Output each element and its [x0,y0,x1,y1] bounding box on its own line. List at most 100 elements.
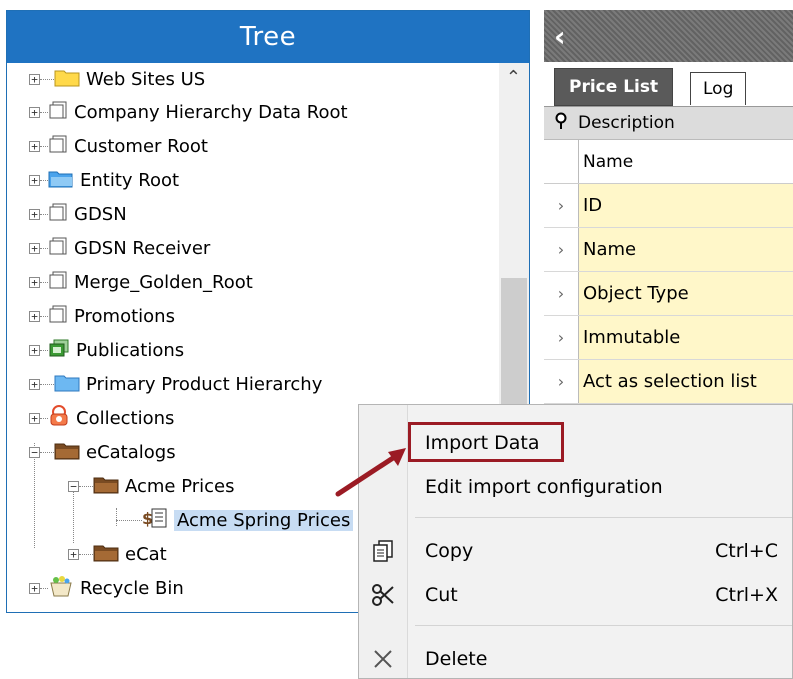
expand-toggle[interactable]: + [29,310,40,322]
expand-toggle[interactable]: + [29,106,40,118]
annotation-arrow-icon [335,448,406,497]
folder-brown-icon [93,542,119,567]
tree-item-recycle-bin[interactable]: + Recycle Bin [29,572,184,604]
tree-item-label: Web Sites US [86,68,206,90]
folder-brown-icon [93,474,119,499]
expand-toggle[interactable]: + [29,140,40,152]
tab-price-list[interactable]: Price List [554,68,674,106]
delete-x-icon [369,645,397,673]
tree-item-label: Promotions [74,305,175,327]
tree-item-label: Publications [76,339,185,361]
scroll-up-arrow-icon[interactable]: ⌃ [506,67,521,88]
tree-item-company-hierarchy[interactable]: + Company Hierarchy Data Root [29,96,348,128]
grid-subheader-label: Name [579,151,634,172]
menu-item-delete[interactable]: Delete [359,639,792,679]
expand-toggle[interactable]: + [29,208,40,220]
menu-item-label: Copy [425,540,474,562]
tree-item-publications[interactable]: + Publications [29,334,184,366]
grid-row[interactable]: › Act as selection list [544,360,793,404]
grid-header-label: Description [578,113,675,133]
menu-separator [415,625,792,626]
tree-item-ecatalogs[interactable]: − eCatalogs [29,436,176,468]
folder-blue-icon [54,372,80,397]
expand-toggle[interactable]: + [29,73,40,85]
tree-item-label: Acme Spring Prices [174,509,354,531]
detail-tabs: Price List Log [544,62,793,107]
scissors-icon [369,581,397,609]
collapse-chevron-icon[interactable]: ‹ [554,20,566,53]
tree-item-label: Entity Root [80,169,180,191]
price-list-icon: $ [142,507,168,534]
tree-item-label: Acme Prices [125,475,235,497]
row-expand-chevron-icon[interactable]: › [544,184,579,227]
tree-item-label: eCat [125,543,167,565]
menu-item-label: Cut [425,584,458,606]
pin-icon[interactable] [544,112,578,134]
tree-item-primary-product-hierarchy[interactable]: + Primary Product Hierarchy [29,368,322,400]
expand-toggle[interactable]: + [29,344,40,356]
cube-icon [48,236,68,261]
tree-item-gdsn-receiver[interactable]: + GDSN Receiver [29,232,210,264]
svg-text:$: $ [142,509,153,528]
expand-toggle[interactable]: + [29,276,40,288]
tree-item-label: Primary Product Hierarchy [86,373,323,395]
cube-icon [48,100,68,125]
menu-item-edit-import-configuration[interactable]: Edit import configuration [359,467,792,507]
folder-brown-icon [54,440,80,465]
tree-item-label: Company Hierarchy Data Root [74,101,348,123]
expand-toggle[interactable]: + [68,548,79,560]
menu-item-shortcut: Ctrl+C [715,540,778,562]
expand-toggle[interactable]: + [29,582,40,594]
folder-yellow-icon [54,67,80,92]
row-expand-chevron-icon[interactable]: › [544,272,579,315]
cube-icon [48,304,68,329]
tree-item-promotions[interactable]: + Promotions [29,300,175,332]
menu-item-cut[interactable]: Cut Ctrl+X [359,575,792,615]
row-expand-chevron-icon[interactable]: › [544,228,579,271]
expand-toggle[interactable]: + [29,378,40,390]
folder-blue-open-icon [48,168,74,193]
grid-cell: Object Type [579,272,793,315]
menu-item-copy[interactable]: Copy Ctrl+C [359,531,792,571]
cube-icon [48,270,68,295]
tree-item-label: GDSN [74,203,127,225]
menu-item-label: Delete [425,648,488,670]
tree-item-label: Recycle Bin [80,577,184,599]
row-expand-chevron-icon[interactable]: › [544,360,579,403]
attribute-grid: Description Name › ID › Name › Object Ty… [544,107,793,404]
tree-item-web-sites-us[interactable]: + Web Sites US [29,63,205,95]
grid-row[interactable]: › Immutable [544,316,793,360]
grid-subheader: Name [544,140,793,184]
row-expand-chevron-icon[interactable]: › [544,316,579,359]
tree-item-merge-golden-root[interactable]: + Merge_Golden_Root [29,266,253,298]
tree-item-ecat[interactable]: + eCat [68,538,167,570]
tree-item-label: Customer Root [74,135,208,157]
grid-row[interactable]: › Object Type [544,272,793,316]
grid-row[interactable]: › Name [544,228,793,272]
annotation-highlight-box [408,422,564,462]
tree-item-acme-prices[interactable]: − Acme Prices [68,470,235,502]
grid-cell: Name [579,228,793,271]
grid-cell: Immutable [579,316,793,359]
grid-header: Description [544,107,793,140]
collapse-toggle[interactable]: − [68,480,79,492]
tree-item-label: GDSN Receiver [74,237,211,259]
tab-log[interactable]: Log [690,72,747,105]
menu-item-label: Edit import configuration [425,476,663,498]
copy-icon [369,537,397,565]
tree-item-gdsn[interactable]: + GDSN [29,198,127,230]
collection-icon [48,404,70,432]
tree-item-collections[interactable]: + Collections [29,402,174,434]
expand-toggle[interactable]: + [29,242,40,254]
grid-cell: ID [579,184,793,227]
collapse-toggle[interactable]: − [29,446,40,458]
tree-item-entity-root[interactable]: + Entity Root [29,164,179,196]
expand-toggle[interactable]: + [29,412,40,424]
tree-item-label: Merge_Golden_Root [74,271,253,293]
grid-row[interactable]: › ID [544,184,793,228]
expand-toggle[interactable]: + [29,174,40,186]
tree-item-customer-root[interactable]: + Customer Root [29,130,208,162]
recycle-bin-icon [48,575,74,602]
tree-item-acme-spring-prices[interactable]: $ Acme Spring Prices [116,504,354,536]
cube-icon [48,134,68,159]
